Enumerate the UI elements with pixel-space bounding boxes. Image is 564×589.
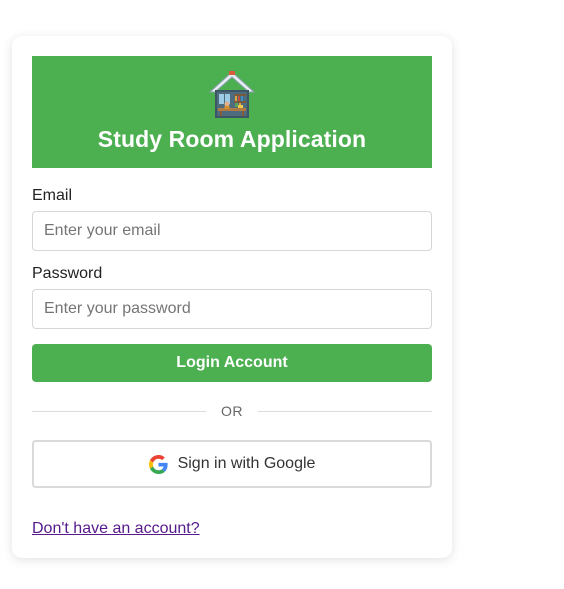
or-divider: OR <box>32 402 432 420</box>
login-button[interactable]: Login Account <box>32 344 432 382</box>
signup-link[interactable]: Don't have an account? <box>32 520 200 538</box>
divider-text: OR <box>221 403 243 419</box>
password-field[interactable] <box>32 289 432 329</box>
password-label: Password <box>32 265 103 282</box>
app-header: Study Room Application <box>32 56 432 168</box>
email-field[interactable] <box>32 211 432 251</box>
divider-line-left <box>32 410 206 412</box>
google-icon <box>148 454 168 474</box>
study-room-house-icon <box>208 71 256 118</box>
google-signin-button[interactable]: Sign in with Google <box>32 440 432 488</box>
divider-line-right <box>258 410 432 412</box>
google-button-label: Sign in with Google <box>177 455 316 472</box>
page-title: Study Room Application <box>97 126 367 152</box>
email-label: Email <box>32 187 73 204</box>
login-card: Study Room Application Email Password Lo… <box>12 36 452 558</box>
